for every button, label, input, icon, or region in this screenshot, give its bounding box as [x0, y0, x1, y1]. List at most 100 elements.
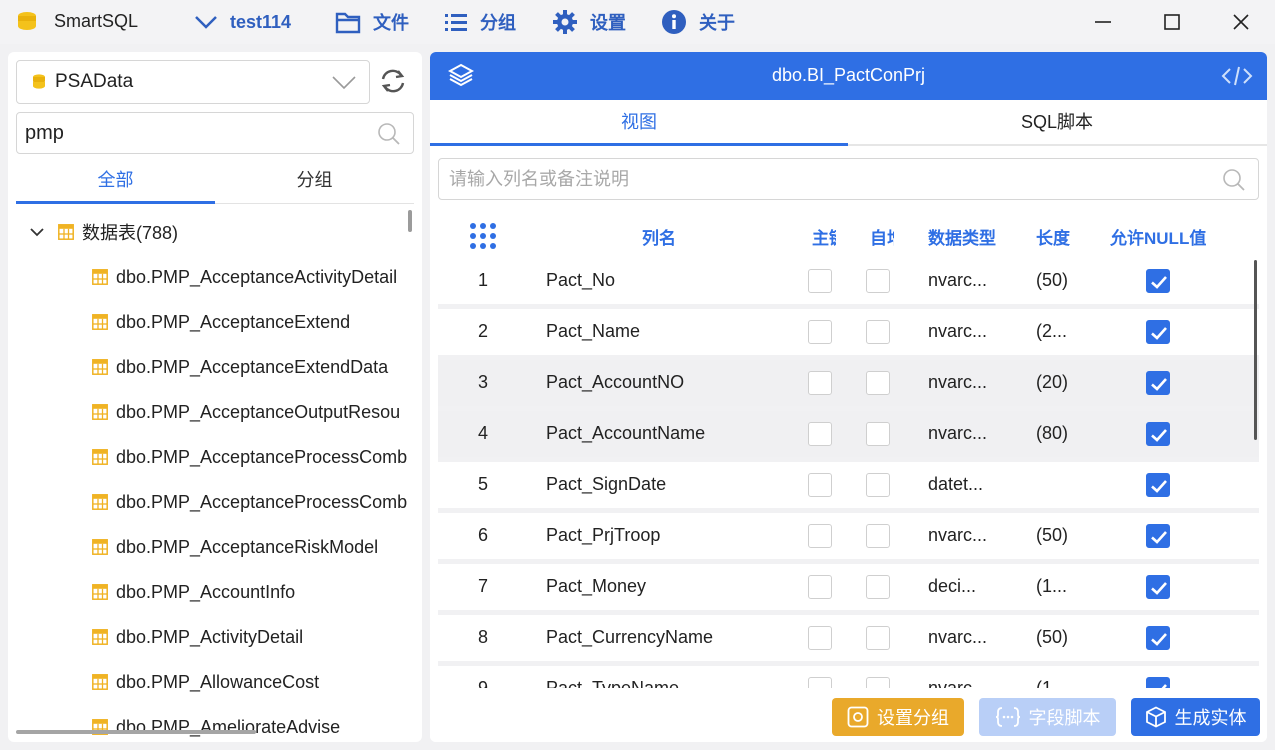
column-search-input[interactable]: [449, 166, 1209, 192]
identity-checkbox[interactable]: [866, 473, 890, 497]
primary-key-checkbox[interactable]: [808, 371, 832, 395]
nullable-checkbox[interactable]: [1146, 473, 1170, 497]
object-browser-panel: PSAData 全部 分组 数据表(788) dbo.PMP_Acceptanc…: [8, 52, 422, 742]
nullable-checkbox[interactable]: [1146, 371, 1170, 395]
close-button[interactable]: [1227, 8, 1255, 36]
tab-all[interactable]: 全部: [16, 164, 215, 204]
header-identity[interactable]: 自增: [870, 224, 894, 249]
gear-icon: [553, 10, 577, 34]
tree-item-table[interactable]: dbo.PMP_AmeliorateAdvise: [92, 714, 340, 740]
primary-key-checkbox[interactable]: [808, 473, 832, 497]
tree-item-table[interactable]: dbo.PMP_AcceptanceProcessComb: [92, 489, 407, 515]
chevron-down-icon[interactable]: [30, 227, 44, 237]
set-group-button[interactable]: 设置分组: [832, 698, 964, 736]
grid-menu-icon[interactable]: [468, 221, 498, 251]
maximize-button[interactable]: [1158, 8, 1186, 36]
header-column-name[interactable]: 列名: [642, 224, 676, 249]
nullable-checkbox[interactable]: [1146, 524, 1170, 548]
primary-key-checkbox[interactable]: [808, 269, 832, 293]
table-name: dbo.PMP_AccountInfo: [116, 581, 296, 602]
code-icon[interactable]: [1221, 64, 1253, 88]
primary-key-checkbox[interactable]: [808, 320, 832, 344]
tree-item-table[interactable]: dbo.PMP_AcceptanceExtendData: [92, 354, 388, 380]
primary-key-checkbox[interactable]: [808, 422, 832, 446]
header-nullable[interactable]: 允许NULL值: [1110, 224, 1206, 249]
table-search-input[interactable]: [25, 119, 365, 147]
tree-item-table[interactable]: dbo.PMP_AllowanceCost: [92, 669, 319, 695]
tree-item-table[interactable]: dbo.PMP_AcceptanceOutputResou: [92, 399, 400, 425]
tree-item-table[interactable]: dbo.PMP_AcceptanceExtend: [92, 309, 350, 335]
primary-key-checkbox[interactable]: [808, 575, 832, 599]
tree-item-table[interactable]: dbo.PMP_ActivityDetail: [92, 624, 303, 650]
grid-scrollbar[interactable]: [1254, 260, 1257, 440]
tab-group[interactable]: 分组: [215, 164, 414, 204]
header-data-type[interactable]: 数据类型: [928, 224, 996, 249]
refresh-icon[interactable]: [378, 66, 408, 96]
generate-entity-button[interactable]: 生成实体: [1131, 698, 1260, 736]
identity-checkbox[interactable]: [866, 575, 890, 599]
nullable-checkbox[interactable]: [1146, 575, 1170, 599]
table-icon: [92, 629, 108, 645]
tree-horizontal-scrollbar[interactable]: [16, 730, 256, 734]
table-row[interactable]: 5 Pact_SignDate datet...: [438, 462, 1259, 508]
search-icon[interactable]: [377, 122, 401, 146]
table-row[interactable]: 1 Pact_No nvarc... (50): [438, 258, 1259, 304]
table-row[interactable]: 6 Pact_PrjTroop nvarc... (50): [438, 513, 1259, 559]
database-select[interactable]: PSAData: [16, 60, 370, 104]
header-primary-key[interactable]: 主键: [812, 224, 836, 249]
minimize-button[interactable]: [1089, 8, 1117, 36]
length-cell: (50): [1036, 525, 1069, 545]
group-menu[interactable]: 分组: [444, 8, 516, 36]
table-name: dbo.PMP_AcceptanceOutputResou: [116, 401, 401, 422]
identity-checkbox[interactable]: [866, 320, 890, 344]
identity-checkbox[interactable]: [866, 524, 890, 548]
column-name-cell: Pact_AccountName: [546, 423, 706, 443]
tree-item-table[interactable]: dbo.PMP_AccountInfo: [92, 579, 295, 605]
length-cell: (50): [1036, 627, 1069, 647]
nullable-checkbox[interactable]: [1146, 422, 1170, 446]
table-icon: [92, 674, 108, 690]
table-row[interactable]: 2 Pact_Name nvarc... (2...: [438, 309, 1259, 355]
tab-sql-script[interactable]: SQL脚本: [848, 100, 1266, 146]
table-row[interactable]: 3 Pact_AccountNO nvarc... (20): [438, 360, 1259, 406]
identity-checkbox[interactable]: [866, 626, 890, 650]
tab-view[interactable]: 视图: [430, 100, 848, 146]
settings-menu[interactable]: 设置: [552, 8, 626, 36]
identity-checkbox[interactable]: [866, 677, 890, 688]
tree-root-tables[interactable]: 数据表(788): [30, 220, 178, 244]
nullable-checkbox[interactable]: [1146, 677, 1170, 688]
primary-key-checkbox[interactable]: [808, 626, 832, 650]
search-icon[interactable]: [1222, 168, 1246, 192]
connection-menu[interactable]: test114: [194, 8, 291, 36]
column-name-cell: Pact_Name: [546, 321, 641, 341]
tree-scrollbar[interactable]: [408, 210, 412, 232]
length-cell: (20): [1036, 372, 1069, 392]
tree-item-table[interactable]: dbo.PMP_AcceptanceProcessComb: [92, 444, 407, 470]
header-length[interactable]: 长度: [1036, 224, 1070, 249]
object-title: dbo.BI_PactConPrj: [771, 65, 926, 85]
about-menu[interactable]: 关于: [661, 8, 735, 36]
table-icon: [92, 404, 108, 420]
detail-tab-bar: 视图 SQL脚本: [430, 100, 1267, 146]
tree-item-table[interactable]: dbo.PMP_AcceptanceRiskModel: [92, 534, 378, 560]
identity-checkbox[interactable]: [866, 422, 890, 446]
file-menu[interactable]: 文件: [335, 8, 409, 36]
identity-checkbox[interactable]: [866, 371, 890, 395]
data-type-cell: datet...: [928, 474, 984, 494]
nullable-checkbox[interactable]: [1146, 320, 1170, 344]
table-row[interactable]: 8 Pact_CurrencyName nvarc... (50): [438, 615, 1259, 661]
table-icon: [92, 269, 108, 285]
nullable-checkbox[interactable]: [1146, 269, 1170, 293]
tree-item-table[interactable]: dbo.PMP_AcceptanceActivityDetail: [92, 264, 397, 290]
object-header: dbo.BI_PactConPrj: [430, 52, 1267, 100]
primary-key-checkbox[interactable]: [808, 524, 832, 548]
field-script-button[interactable]: 字段脚本: [979, 698, 1116, 736]
table-row[interactable]: 4 Pact_AccountName nvarc... (80): [438, 411, 1259, 457]
table-row[interactable]: 7 Pact_Money deci... (1...: [438, 564, 1259, 610]
primary-key-checkbox[interactable]: [808, 677, 832, 688]
table-row[interactable]: 9 Pact_TypeName nvarc... (1...: [438, 666, 1259, 688]
nullable-checkbox[interactable]: [1146, 626, 1170, 650]
identity-checkbox[interactable]: [866, 269, 890, 293]
cube-icon: [1145, 706, 1166, 728]
table-icon: [92, 359, 108, 375]
